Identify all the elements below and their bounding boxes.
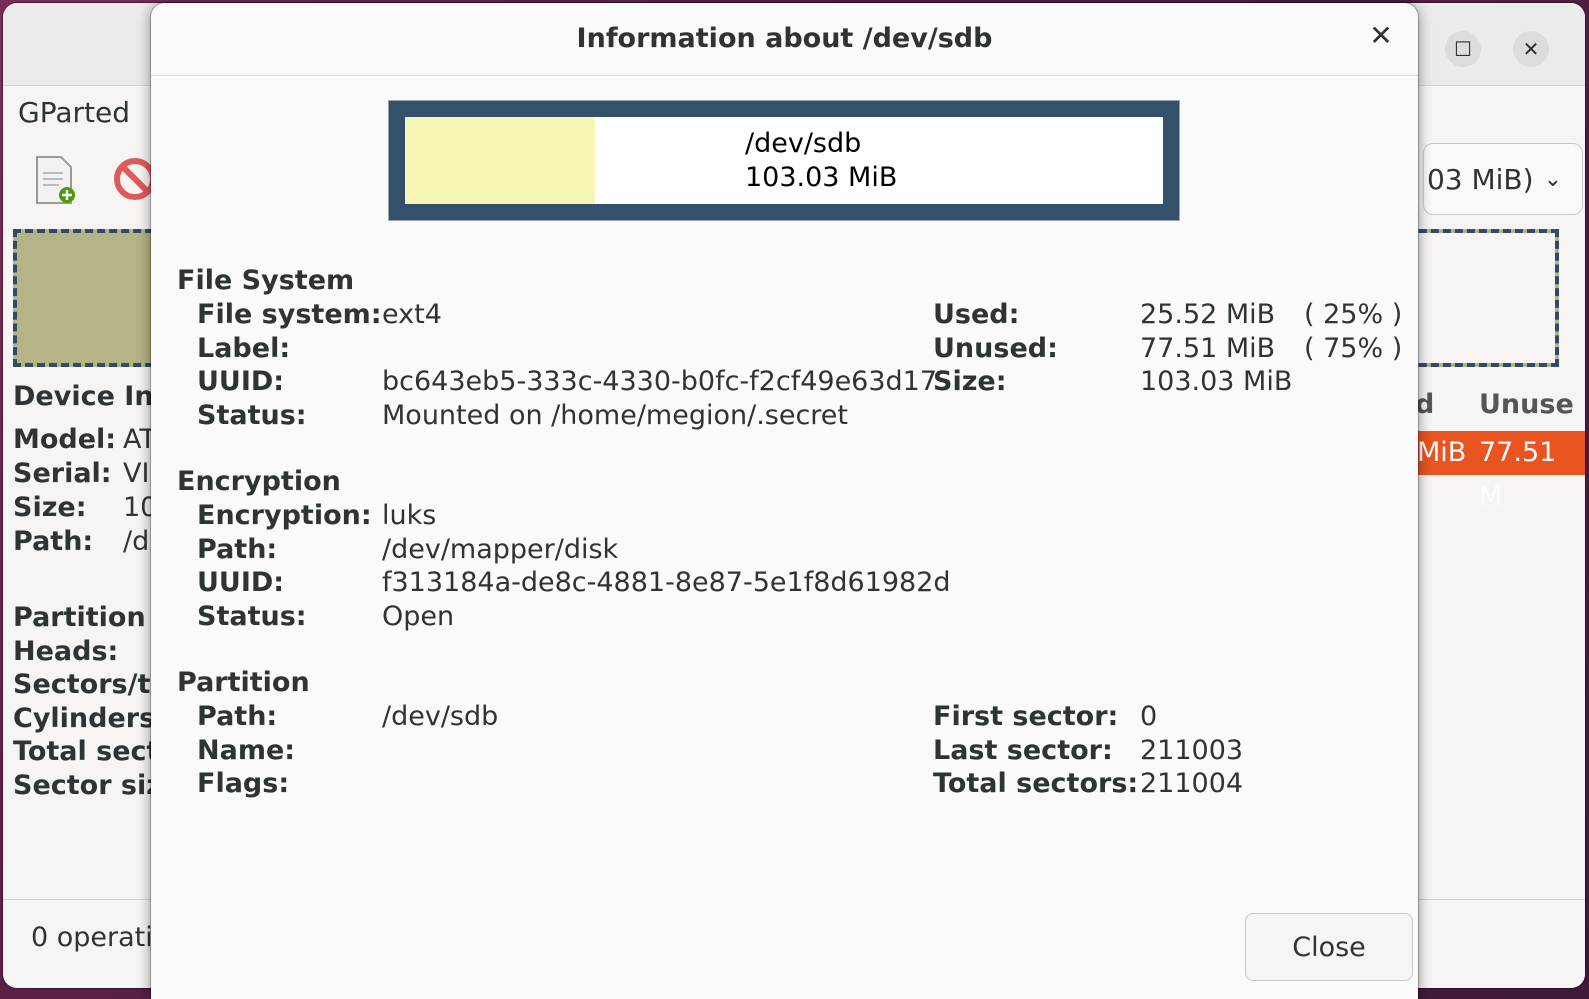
new-partition-icon[interactable] — [31, 155, 79, 205]
device-info-title: Device Inf — [13, 381, 166, 412]
fs-label-label: Label: — [197, 333, 291, 364]
partition-flags-label: Flags: — [197, 768, 290, 799]
menu-gparted[interactable]: GParted — [18, 96, 130, 129]
used-space-fill — [405, 117, 595, 204]
fs-uuid-label: UUID: — [197, 366, 285, 397]
fs-status-label: Status: — [197, 400, 307, 431]
used-value: 25.52 MiB — [1140, 299, 1276, 330]
partition-graphic-size: 103.03 MiB — [745, 162, 898, 193]
partition-list-header: d Unuse — [1415, 381, 1585, 427]
fs-type-label: File system: — [197, 299, 382, 330]
device-info-label: Path: — [13, 526, 94, 557]
device-info-label: Size: — [13, 492, 87, 523]
last-sector-label: Last sector: — [933, 735, 1113, 766]
dialog-title: Information about /dev/sdb — [576, 23, 993, 54]
encryption-uuid-label: UUID: — [197, 567, 285, 598]
encryption-type-value: luks — [382, 500, 437, 531]
close-button[interactable]: Close — [1245, 913, 1413, 981]
partition-unused-cell: 77.51 M — [1479, 437, 1557, 512]
encryption-section-title: Encryption — [177, 466, 341, 497]
partition-path-label: Path: — [197, 701, 278, 732]
encryption-status-label: Status: — [197, 601, 307, 632]
column-header-unused[interactable]: Unuse — [1479, 389, 1574, 420]
partition-graphic-label: /dev/sdb 103.03 MiB — [745, 127, 897, 195]
information-dialog: Information about /dev/sdb ✕ /dev/sdb 10… — [151, 3, 1418, 999]
first-sector-label: First sector: — [933, 701, 1119, 732]
encryption-uuid-value: f313184a-de8c-4881-8e87-5e1f8d61982d — [382, 567, 951, 598]
partition-usage-graphic: /dev/sdb 103.03 MiB — [388, 100, 1180, 221]
device-info-value: /d — [123, 526, 150, 557]
partition-list-row[interactable]: MiB 77.51 M — [1415, 431, 1585, 512]
chevron-down-icon: ⌄ — [1543, 166, 1562, 192]
encryption-type-label: Encryption: — [197, 500, 372, 531]
device-info-value: VI — [123, 458, 150, 489]
first-sector-value: 0 — [1140, 701, 1158, 732]
file-system-section-title: File System — [177, 265, 355, 296]
partition-section-title: Partition — [177, 667, 310, 698]
device-info-row: Path: /d — [13, 525, 157, 559]
window-close-button[interactable]: ✕ — [1513, 31, 1549, 67]
fs-uuid-value: bc643eb5-333c-4330-b0fc-f2cf49e63d17 — [382, 366, 938, 397]
close-icon: ✕ — [1522, 37, 1540, 61]
total-sectors-value: 211004 — [1140, 768, 1244, 799]
size-label: Size: — [933, 366, 1007, 397]
partition-name-label: Name: — [197, 735, 296, 766]
device-info-row: Model: AT — [13, 423, 157, 457]
device-info-row: Serial: VI — [13, 457, 157, 491]
partition-path-value: /dev/sdb — [382, 701, 499, 732]
total-sectors-label: Total sectors: — [933, 768, 1139, 799]
pending-operations-text: 0 operati — [31, 922, 153, 953]
maximize-icon: ☐ — [1454, 37, 1472, 61]
device-info-row: Size: 10 — [13, 491, 157, 525]
device-info-label: Serial: — [13, 458, 112, 489]
last-sector-value: 211003 — [1140, 735, 1244, 766]
disk-graphic-free-area — [1405, 233, 1555, 363]
used-label: Used: — [933, 299, 1020, 330]
encryption-path-value: /dev/mapper/disk — [382, 534, 619, 565]
partition-used-cell: MiB — [1417, 437, 1467, 468]
fs-type-value: ext4 — [382, 299, 442, 330]
device-selector-text: 03 MiB) — [1426, 162, 1534, 196]
dialog-close-icon[interactable]: ✕ — [1364, 19, 1398, 53]
unused-value: 77.51 MiB — [1140, 333, 1276, 364]
size-value: 103.03 MiB — [1140, 366, 1293, 397]
encryption-path-label: Path: — [197, 534, 278, 565]
maximize-button[interactable]: ☐ — [1445, 31, 1481, 67]
unused-label: Unused: — [933, 333, 1058, 364]
device-selector[interactable]: 03 MiB) ⌄ — [1423, 143, 1583, 215]
device-info-rows: Model: AT Serial: VI Size: 10 Path: /d — [13, 423, 157, 559]
unused-percent: ( 75% ) — [1304, 333, 1403, 364]
used-percent: ( 25% ) — [1304, 299, 1403, 330]
partition-usage-inner: /dev/sdb 103.03 MiB — [405, 117, 1163, 204]
device-info-label: Model: — [13, 424, 117, 455]
dialog-header: Information about /dev/sdb ✕ — [151, 3, 1418, 76]
partition-graphic-path: /dev/sdb — [745, 128, 862, 159]
encryption-status-value: Open — [382, 601, 455, 632]
fs-status-value: Mounted on /home/megion/.secret — [382, 400, 849, 431]
